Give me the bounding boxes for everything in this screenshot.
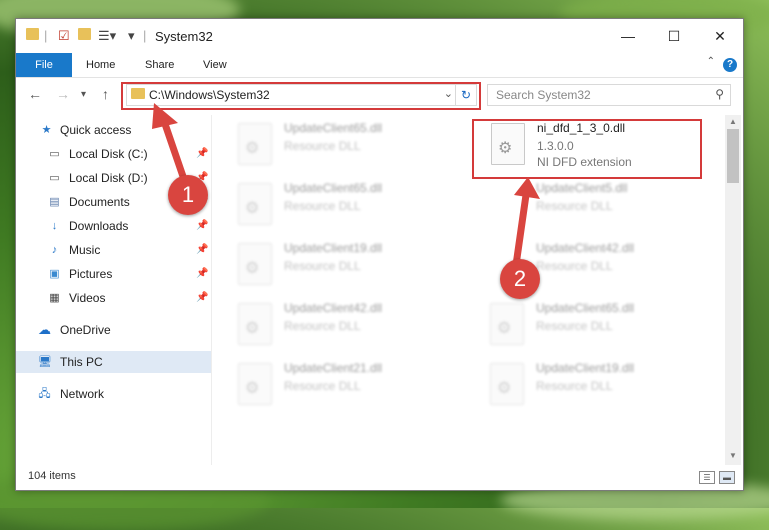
annotation-arrows — [152, 103, 540, 269]
file-explorer-window: | ☑ ☰▾ ▾ | System32 — ☐ ✕ File Home Shar… — [15, 18, 744, 491]
arrow-2-head — [514, 177, 540, 199]
arrow-1-head — [152, 103, 178, 129]
step-1-badge: 1 — [168, 175, 208, 215]
arrow-2-shaft — [512, 191, 530, 269]
step-2-badge: 2 — [500, 259, 540, 299]
